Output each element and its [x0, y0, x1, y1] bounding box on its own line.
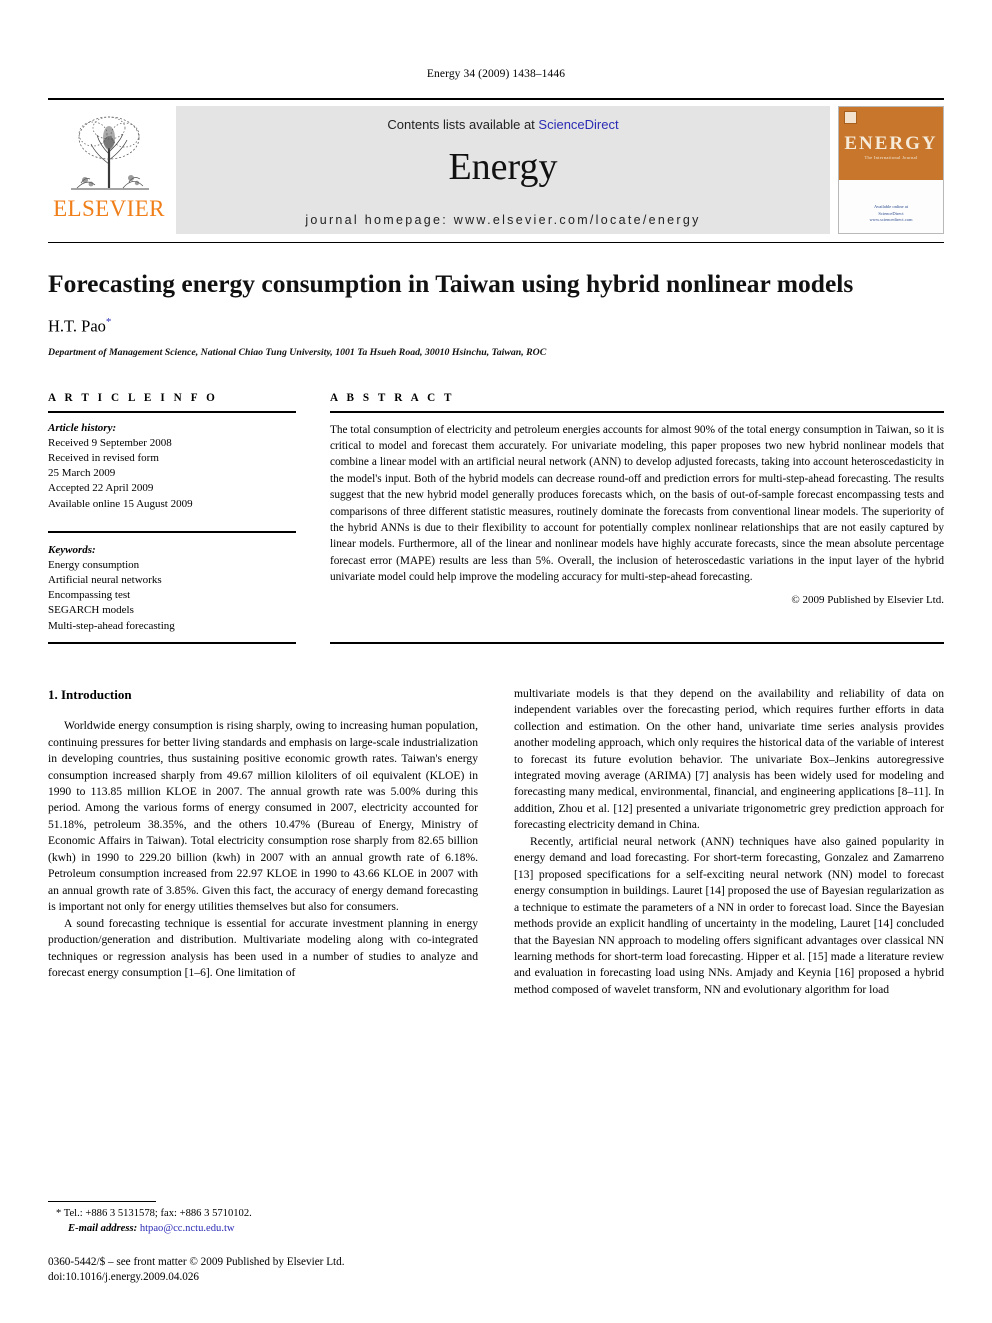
journal-title: Energy — [448, 146, 558, 188]
author-affiliation: Department of Management Science, Nation… — [48, 346, 547, 358]
article-info-rule — [48, 410, 296, 413]
keyword-item: SEGARCH models — [48, 604, 134, 617]
keyword-item: Multi-step-ahead forecasting — [48, 619, 175, 632]
body-paragraph: A sound forecasting technique is essenti… — [48, 916, 478, 979]
keyword-item: Energy consumption — [48, 558, 140, 571]
elsevier-logo: ELSEVIER — [48, 106, 170, 234]
body-paragraph: multivariate models is that they depend … — [514, 686, 944, 832]
cover-footer-line1: Available online at — [874, 203, 908, 209]
journal-masthead: ELSEVIER Contents lists available at Sci… — [48, 98, 944, 234]
history-item: Available online 15 August 2009 — [48, 497, 193, 510]
keyword-item: Encompassing test — [48, 589, 131, 602]
keywords-block: Keywords: Energy consumption Artificial … — [48, 543, 296, 634]
section-heading-introduction: 1. Introduction — [48, 686, 132, 702]
keyword-item: Artificial neural networks — [48, 574, 162, 587]
email-link[interactable]: htpao@cc.nctu.edu.tw — [140, 1223, 235, 1234]
abstract-heading: A B S T R A C T — [330, 391, 455, 404]
abstract-bottom-rule — [330, 641, 944, 644]
info-abstract-region: A R T I C L E I N F O Article history: R… — [48, 392, 944, 634]
masthead-bottom-rule — [48, 242, 944, 243]
corresponding-author-note: * Tel.: +886 3 5131578; fax: +886 3 5710… — [56, 1208, 252, 1220]
journal-cover-thumbnail: ENERGY The International Journal Availab… — [838, 106, 944, 234]
article-history-block: Article history: Received 9 September 20… — [48, 421, 296, 512]
body-columns: 1. Introduction Worldwide energy consump… — [48, 686, 944, 999]
email-note: E-mail address: htpao@cc.nctu.edu.tw — [48, 1222, 478, 1237]
keywords-rule — [48, 530, 296, 533]
cover-footer-line2: ScienceDirect — [878, 210, 904, 216]
author-label: H.T. Pao — [48, 316, 106, 336]
sciencedirect-link[interactable]: ScienceDirect — [538, 117, 618, 132]
abstract-text: The total consumption of electricity and… — [330, 423, 944, 584]
article-history-label: Article history: — [48, 421, 117, 434]
body-paragraph: Recently, artificial neural network (ANN… — [514, 834, 944, 996]
cover-top-band: ENERGY The International Journal — [839, 107, 943, 181]
history-item: Accepted 22 April 2009 — [48, 482, 154, 495]
cover-title: ENERGY — [844, 133, 938, 155]
article-page: Energy 34 (2009) 1438–1446 ELSEVIER Cont… — [0, 0, 992, 1323]
body-column-left: 1. Introduction Worldwide energy consump… — [48, 686, 478, 999]
running-head: Energy 34 (2009) 1438–1446 — [426, 68, 566, 80]
page-title: Forecasting energy consumption in Taiwan… — [48, 269, 854, 298]
keywords-label: Keywords: — [48, 543, 96, 556]
body-column-right: multivariate models is that they depend … — [514, 686, 944, 999]
imprint-block: 0360-5442/$ – see front matter © 2009 Pu… — [48, 1255, 478, 1285]
doi-line[interactable]: doi:10.1016/j.energy.2009.04.026 — [48, 1270, 478, 1285]
body-paragraph: Worldwide energy consumption is rising s… — [48, 719, 478, 914]
article-info-column: A R T I C L E I N F O Article history: R… — [48, 392, 296, 634]
corresponding-author-marker[interactable]: * — [106, 316, 112, 328]
abstract-column: A B S T R A C T The total consumption of… — [330, 392, 944, 634]
contents-available-line: Contents lists available at ScienceDirec… — [387, 117, 618, 132]
cover-elsevier-mark-icon — [844, 111, 857, 124]
history-item: Received in revised form — [48, 452, 159, 464]
elsevier-wordmark: ELSEVIER — [53, 196, 165, 221]
abstract-copyright: © 2009 Published by Elsevier Ltd. — [791, 594, 944, 607]
journal-banner: Contents lists available at ScienceDirec… — [176, 106, 830, 234]
footnote-region: * Tel.: +886 3 5131578; fax: +886 3 5710… — [48, 1201, 478, 1285]
info-bottom-rule — [48, 641, 296, 644]
issn-front-matter: 0360-5442/$ – see front matter © 2009 Pu… — [48, 1255, 345, 1268]
footnote-rule — [48, 1201, 156, 1203]
journal-homepage-link[interactable]: journal homepage: www.elsevier.com/locat… — [176, 213, 830, 227]
history-item: Received 9 September 2008 — [48, 436, 172, 449]
elsevier-tree-icon — [57, 108, 161, 196]
author-name: H.T. Pao* — [48, 316, 944, 337]
article-info-heading: A R T I C L E I N F O — [48, 391, 218, 404]
info-abstract-bottom-rules — [48, 641, 944, 644]
email-label: E-mail address: — [68, 1222, 138, 1234]
contents-prefix: Contents lists available at — [387, 117, 539, 132]
cover-footer-line3: www.sciencedirect.com — [869, 217, 913, 223]
cover-subtitle: The International Journal — [864, 155, 918, 161]
cover-bottom-band: Available online at ScienceDirect www.sc… — [839, 180, 943, 233]
history-item: 25 March 2009 — [48, 467, 116, 480]
cover-sciencedirect-note: Available online at ScienceDirect www.sc… — [839, 204, 943, 224]
abstract-rule — [330, 410, 944, 413]
